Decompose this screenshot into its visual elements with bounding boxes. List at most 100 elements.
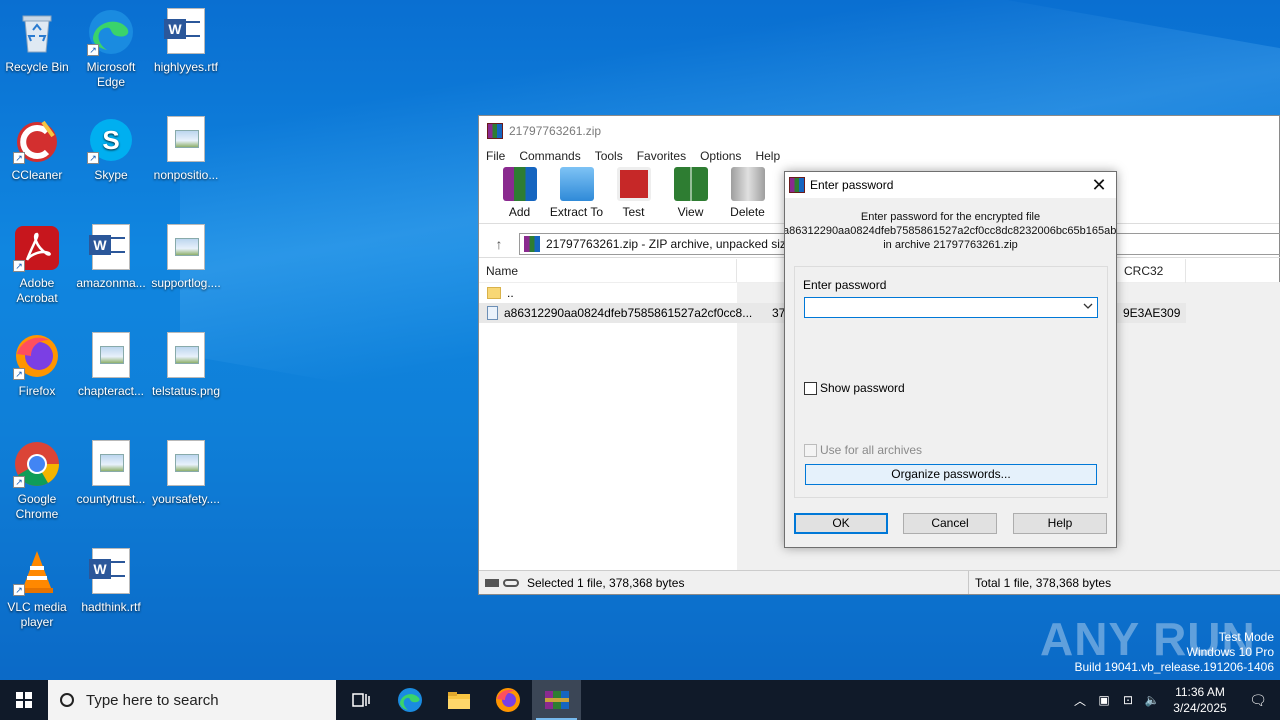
taskbar-search[interactable]: Type here to search xyxy=(48,680,336,720)
desktop-icon-label: Google Chrome xyxy=(15,492,59,521)
desktop-icon-amazonma[interactable]: W amazonma... xyxy=(75,224,147,291)
desktop-icon-yoursafety[interactable]: yoursafety.... xyxy=(150,440,222,507)
test-button[interactable]: Test xyxy=(605,167,662,223)
desktop-icon-microsoft-edge[interactable]: ↗ Microsoft Edge xyxy=(75,8,147,90)
test-label: Test xyxy=(622,205,645,219)
archive-path-text: 21797763261.zip - ZIP archive, unpacked … xyxy=(546,236,786,251)
task-view-button[interactable] xyxy=(336,680,385,720)
use-for-all-label: Use for all archives xyxy=(820,443,923,457)
extract-to-label: Extract To xyxy=(549,205,604,219)
taskbar-firefox[interactable] xyxy=(483,680,532,720)
desktop-icon-firefox[interactable]: ↗ Firefox xyxy=(1,332,73,399)
drive-icon[interactable] xyxy=(485,578,499,587)
menu-help[interactable]: Help xyxy=(755,149,780,163)
image-file-icon xyxy=(162,224,210,272)
desktop-icon-label: nonpositio... xyxy=(153,168,219,182)
trash-icon xyxy=(730,167,765,201)
desktop-icon-label: chapteract... xyxy=(77,384,145,398)
volume-icon[interactable]: 🔈 xyxy=(1140,693,1164,707)
recycle-bin-icon xyxy=(13,8,61,56)
file-name: a86312290aa0824dfeb7585861527a2cf0cc8... xyxy=(504,306,753,320)
menu-options[interactable]: Options xyxy=(700,149,741,163)
clock[interactable]: 11:36 AM 3/24/2025 xyxy=(1164,684,1236,716)
desktop-icon-label: telstatus.png xyxy=(151,384,221,398)
desktop-icon-label: Skype xyxy=(94,168,128,182)
use-for-all-checkbox[interactable]: Use for all archives xyxy=(804,443,922,457)
winrar-menu-bar: File Commands Tools Favorites Options He… xyxy=(479,146,1279,166)
folder-icon xyxy=(447,692,470,709)
taskbar-winrar[interactable] xyxy=(532,680,581,720)
desktop-icon-label: supportlog.... xyxy=(151,276,221,290)
close-icon[interactable]: ✕ xyxy=(1082,172,1116,198)
desktop-icon-countytrust[interactable]: countytrust... xyxy=(75,440,147,507)
column-name-header[interactable]: Name xyxy=(479,259,737,282)
up-arrow-icon[interactable]: ↑ xyxy=(479,236,519,252)
taskbar-file-explorer[interactable] xyxy=(434,680,483,720)
chevron-up-icon[interactable]: ︿ xyxy=(1068,692,1092,709)
add-button[interactable]: Add xyxy=(491,167,548,223)
shortcut-arrow-icon: ↗ xyxy=(87,44,99,56)
image-file-icon xyxy=(87,440,135,488)
password-label: Enter password xyxy=(803,278,887,292)
winrar-title-bar[interactable]: 21797763261.zip xyxy=(479,116,1279,146)
desktop-icon-adobe-acrobat[interactable]: ↗ Adobe Acrobat xyxy=(1,224,73,306)
delete-button[interactable]: Delete xyxy=(719,167,776,223)
cancel-button[interactable]: Cancel xyxy=(903,513,997,534)
desktop-icon-label: yoursafety.... xyxy=(152,492,220,506)
menu-file[interactable]: File xyxy=(486,149,505,163)
desktop-icon-nonpositio[interactable]: nonpositio... xyxy=(150,116,222,183)
menu-commands[interactable]: Commands xyxy=(519,149,580,163)
menu-tools[interactable]: Tools xyxy=(595,149,623,163)
desktop-icon-highlyyes[interactable]: W highlyyes.rtf xyxy=(150,8,222,75)
view-button[interactable]: View xyxy=(662,167,719,223)
chrome-icon: ↗ xyxy=(13,440,61,488)
clock-date: 3/24/2025 xyxy=(1173,701,1227,715)
desktop-icon-recycle-bin[interactable]: Recycle Bin xyxy=(1,8,73,75)
task-view-icon xyxy=(351,693,370,707)
checkbox-box[interactable] xyxy=(804,443,817,457)
desktop-icon-skype[interactable]: S ↗ Skype xyxy=(75,116,147,183)
add-button-label: Add xyxy=(508,205,531,219)
dialog-title-bar[interactable]: Enter password ✕ xyxy=(785,172,1116,198)
folder-up-icon xyxy=(487,287,501,299)
password-group: Enter password Show password Use for all… xyxy=(794,266,1108,498)
device-icon[interactable]: ▣ xyxy=(1092,693,1116,707)
notification-icon[interactable]: 🗨 xyxy=(1236,692,1280,709)
status-bar: Selected 1 file, 378,368 bytes Total 1 f… xyxy=(479,570,1280,594)
organize-passwords-button[interactable]: Organize passwords... xyxy=(805,464,1097,485)
desktop-icon-google-chrome[interactable]: ↗ Google Chrome xyxy=(1,440,73,522)
desktop-icon-label: amazonma... xyxy=(76,276,146,290)
help-button[interactable]: Help xyxy=(1013,513,1107,534)
shortcut-arrow-icon: ↗ xyxy=(13,476,25,488)
show-password-checkbox[interactable]: Show password xyxy=(804,381,905,395)
checkbox-box[interactable] xyxy=(804,381,817,395)
shortcut-arrow-icon: ↗ xyxy=(13,260,25,272)
key-icon[interactable] xyxy=(503,578,519,587)
desktop-icon-supportlog[interactable]: supportlog.... xyxy=(150,224,222,291)
message-line-2: a86312290aa0824dfeb7585861527a2cf0cc8dc8… xyxy=(785,225,1116,237)
desktop-icon-label: highlyyes.rtf xyxy=(153,60,219,74)
view-label: View xyxy=(677,205,704,219)
desktop-icon-label: Recycle Bin xyxy=(5,60,69,74)
desktop-icon-hadthink[interactable]: W hadthink.rtf xyxy=(75,548,147,615)
taskbar-edge[interactable] xyxy=(385,680,434,720)
start-button[interactable] xyxy=(0,680,48,720)
image-file-icon xyxy=(87,332,135,380)
desktop-icon-vlc[interactable]: ↗ VLC media player xyxy=(1,548,73,630)
column-crc-header[interactable]: CRC32 xyxy=(1116,258,1186,283)
shortcut-arrow-icon: ↗ xyxy=(13,584,25,596)
desktop-icon-telstatus[interactable]: telstatus.png xyxy=(150,332,222,399)
network-icon[interactable]: ⊡ xyxy=(1116,693,1140,707)
shortcut-arrow-icon: ↗ xyxy=(87,152,99,164)
clock-time: 11:36 AM xyxy=(1175,685,1225,699)
desktop-icon-recycle-bin[interactable]: ↗ CCleaner xyxy=(1,116,73,183)
environment-info: Test Mode Windows 10 Pro Build 19041.vb_… xyxy=(1075,630,1275,675)
ok-button[interactable]: OK xyxy=(794,513,888,534)
desktop-icon-chapteract[interactable]: chapteract... xyxy=(75,332,147,399)
menu-favorites[interactable]: Favorites xyxy=(637,149,686,163)
password-input[interactable] xyxy=(804,297,1098,318)
extract-to-button[interactable]: Extract To xyxy=(548,167,605,223)
chevron-down-icon[interactable] xyxy=(1083,302,1093,313)
view-book-icon xyxy=(673,167,708,201)
delete-label: Delete xyxy=(730,205,765,219)
